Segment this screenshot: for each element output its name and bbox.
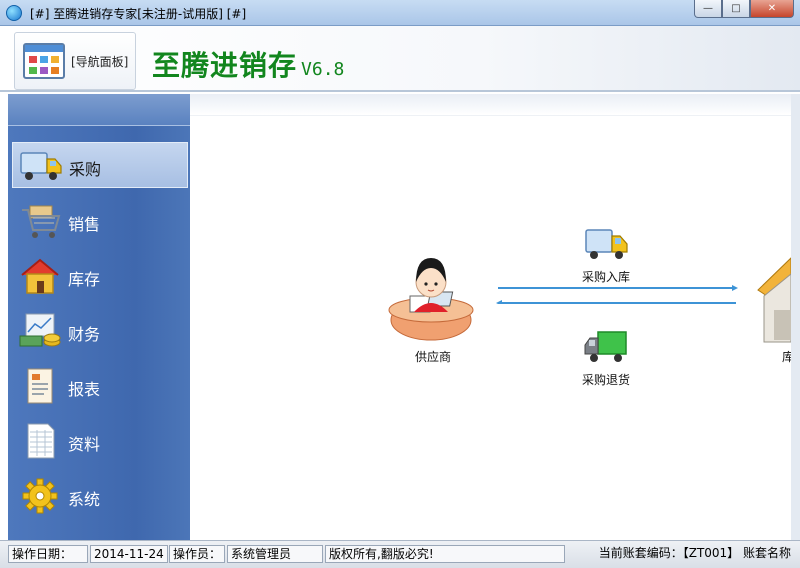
truck-icon — [20, 152, 62, 180]
sidebar-item-inventory[interactable]: 库存 — [12, 253, 188, 299]
purchase-in-label[interactable]: 采购入库 — [582, 268, 630, 285]
purchase-in-truck-icon[interactable] — [584, 224, 630, 264]
sidebar-header — [8, 94, 190, 126]
sidebar-item-label: 库存 — [68, 270, 101, 289]
status-bar: 操作日期： 2014-11-24 操作员： 系统管理员 版权所有,翻版必究! 当… — [0, 540, 800, 568]
sidebar-item-reports[interactable]: 报表 — [12, 363, 188, 409]
purchase-return-label[interactable]: 采购退货 — [582, 371, 630, 388]
main-panel-header — [190, 94, 791, 116]
date-value: 2014-11-24 — [90, 545, 168, 563]
minimize-button[interactable]: — — [694, 0, 722, 18]
sidebar-item-data[interactable]: 资料 — [12, 418, 188, 464]
sidebar-item-finance[interactable]: 财务 — [12, 308, 188, 354]
window-title: [#] 至腾进销存专家[未注册-试用版] [#] — [30, 7, 247, 21]
brand-title: 至腾进销存 V6.8 — [152, 44, 344, 84]
flow-arrows — [496, 285, 738, 304]
house-icon — [21, 258, 59, 294]
warehouse-label: 库 — [782, 350, 791, 364]
sidebar-item-label: 报表 — [68, 380, 101, 399]
shopping-cart-icon — [22, 205, 61, 238]
dashboard-icon — [23, 43, 65, 79]
account-code-text: 当前账套编码：【ZT001】 账套名称 — [598, 546, 791, 560]
sidebar-item-label: 系统 — [68, 490, 101, 509]
sidebar-item-system[interactable]: 系统 — [12, 473, 188, 519]
sidebar-item-sales[interactable]: 销售 — [12, 198, 188, 244]
main-panel: 供应商 采购入库 采购退货 库 — [190, 94, 791, 540]
sidebar-item-label: 资料 — [68, 435, 101, 454]
sidebar-item-label: 财务 — [68, 325, 101, 344]
supplier-icon[interactable] — [386, 248, 476, 342]
maximize-button[interactable]: □ — [722, 0, 750, 18]
money-chart-icon — [19, 313, 61, 347]
copyright-text: 版权所有,翻版必究! — [325, 545, 565, 563]
window-controls: — □ ✕ — [694, 0, 794, 18]
close-button[interactable]: ✕ — [750, 0, 794, 18]
brand-version: V6.8 — [301, 59, 345, 80]
app-logo-icon — [6, 5, 22, 21]
vertical-scrollbar[interactable] — [791, 94, 800, 540]
sidebar: 采购 销售 库存 财务 报表 资料 系统 — [8, 94, 190, 540]
app-window: [#] 至腾进销存专家[未注册-试用版] [#] — □ ✕ [导航面板] 至腾… — [0, 0, 800, 568]
sidebar-item-label: 采购 — [69, 160, 102, 179]
supplier-label: 供应商 — [415, 350, 452, 364]
sidebar-item-purchase[interactable]: 采购 — [12, 142, 188, 188]
sidebar-item-label: 销售 — [68, 215, 101, 234]
report-icon — [27, 368, 53, 404]
title-bar[interactable]: [#] 至腾进销存专家[未注册-试用版] [#] — □ ✕ — [0, 0, 800, 26]
purchase-return-truck-icon[interactable] — [584, 328, 630, 366]
operator-value: 系统管理员 — [227, 545, 323, 563]
warehouse-icon[interactable] — [756, 252, 791, 344]
spreadsheet-icon — [27, 423, 55, 459]
gear-icon — [22, 478, 58, 514]
brand-name: 至腾进销存 — [152, 49, 298, 82]
nav-panel-button[interactable]: [导航面板] — [14, 32, 136, 90]
operator-label: 操作员： — [169, 545, 225, 563]
app-header: [导航面板] 至腾进销存 V6.8 — [0, 26, 800, 92]
nav-panel-label: [导航面板] — [71, 55, 129, 69]
date-label: 操作日期： — [8, 545, 88, 563]
